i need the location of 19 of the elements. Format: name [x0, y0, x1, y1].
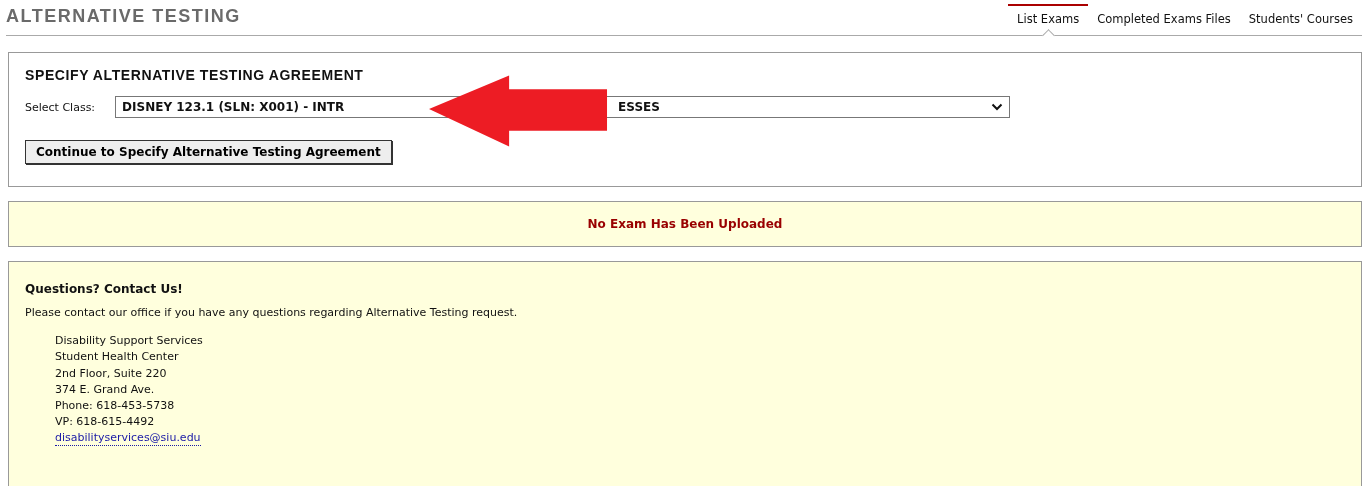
- continue-button[interactable]: Continue to Specify Alternative Testing Agreement: [25, 140, 392, 164]
- address-line: Student Health Center: [55, 349, 180, 366]
- contact-heading: Questions? Contact Us!: [25, 282, 184, 296]
- address-line: 2nd Floor, Suite 220: [55, 365, 168, 382]
- email-link[interactable]: disabilityservices@siu.edu: [55, 430, 201, 446]
- caret-icon: [991, 103, 1004, 111]
- address-line: 374 E. Grand Ave.: [55, 381, 156, 398]
- field-label: Select Class:: [25, 100, 96, 114]
- arrow-icon: [429, 75, 609, 147]
- contact-text: Please contact our office if you have any questions regarding Alternative Testing request.: [25, 306, 519, 319]
- section-heading: SPECIFY ALTERNATIVE TESTING AGREEMENT: [25, 67, 365, 83]
- nav-tab[interactable]: Students' Courses: [1239, 4, 1362, 35]
- address-line: Disability Support Services: [55, 333, 204, 349]
- address-line: Phone: 618-453-5738: [55, 398, 176, 415]
- notice-message: No Exam Has Been Uploaded: [587, 217, 783, 231]
- nav-tab[interactable]: Completed Exams Files: [1088, 4, 1240, 35]
- address-line: VP: 618-615-4492: [55, 414, 156, 431]
- page-title: ALTERNATIVE TESTING: [6, 6, 241, 28]
- nav-tab[interactable]: List Exams: [1008, 4, 1089, 35]
